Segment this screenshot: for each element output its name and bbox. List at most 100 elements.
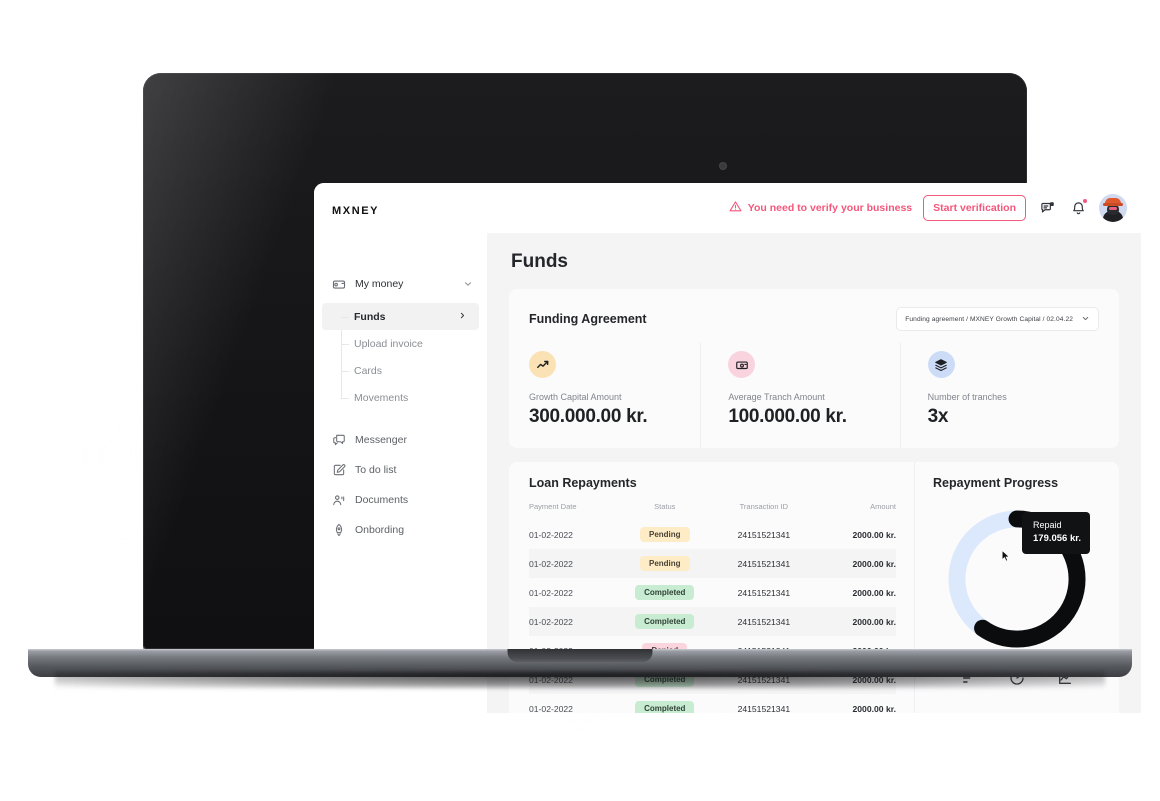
money-icon	[728, 351, 755, 378]
stat-growth-capital-amount: Growth Capital Amount 300.000.00 kr.	[529, 351, 700, 448]
verification-warning-text: You need to verify your business	[748, 202, 912, 214]
cell-status: Completed	[617, 694, 712, 713]
sidebar-item-label: To do list	[355, 464, 473, 476]
funding-agreement-select-value: Funding agreement / MXNEY Growth Capital…	[905, 316, 1073, 323]
sidebar-item-label: Messenger	[355, 434, 473, 446]
laptop-lid: MXNEY My money	[143, 73, 1027, 649]
sidebar-item-label: Onbording	[355, 524, 473, 536]
webcam-icon	[719, 162, 727, 170]
topbar: You need to verify your business Start v…	[487, 183, 1141, 233]
table-row[interactable]: 01-02-2022 Completed 241515213412000.00 kr…	[529, 607, 896, 636]
screenshot-stage: MXNEY My money	[0, 0, 1160, 801]
table-row[interactable]: 01-02-2022 Completed 241515213412000.00 kr…	[529, 694, 896, 713]
donut-tooltip: Repaid 179.056 kr.	[1022, 512, 1090, 554]
funding-agreement-select[interactable]: Funding agreement / MXNEY Growth Capital…	[896, 307, 1099, 331]
stat-label: Average Tranch Amount	[728, 392, 883, 402]
cell-payment-date: 01-02-2022	[529, 694, 617, 713]
mouse-cursor-icon	[1001, 550, 1012, 563]
table-row[interactable]: 01-02-2022Pending241515213412000.00 kr.	[529, 549, 896, 578]
stat-average-tranch-amount: Average Tranch Amount 100.000.00 kr.	[700, 351, 899, 448]
sidebar-item-documents[interactable]: Documents	[314, 485, 487, 515]
status-badge: Completed	[635, 585, 694, 600]
cell-payment-date: 01-02-2022	[529, 549, 617, 578]
user-avatar[interactable]	[1099, 194, 1127, 222]
funding-agreement-title: Funding Agreement	[529, 312, 647, 326]
table-header: Payment Date Status Transaction ID Amoun…	[529, 502, 896, 520]
start-verification-button[interactable]: Start verification	[923, 195, 1026, 221]
spacer	[314, 417, 487, 425]
cell-amount: 2000.00 kr.	[815, 549, 896, 578]
sidebar-group-my-money[interactable]: My money	[314, 269, 487, 299]
sidebar-item-movements[interactable]: Movements	[314, 384, 487, 411]
notification-badge	[1082, 198, 1088, 204]
sidebar-item-messenger[interactable]: Messenger	[314, 425, 487, 455]
sidebar-item-upload-invoice[interactable]: Upload invoice	[314, 330, 487, 357]
status-badge: Pending	[640, 527, 690, 542]
funding-agreement-header: Funding Agreement Funding agreement / MX…	[529, 307, 1099, 331]
avatar-scarf	[1109, 207, 1117, 210]
table-row[interactable]: 01-02-2022Pending241515213412000.00 kr.	[529, 520, 896, 549]
stat-label: Growth Capital Amount	[529, 392, 684, 402]
page-title: Funds	[511, 251, 1119, 273]
cell-status: Pending	[617, 520, 712, 549]
sidebar: MXNEY My money	[314, 183, 487, 713]
laptop-base-shadow	[55, 672, 1105, 688]
column-amount: Amount	[815, 502, 896, 520]
column-transaction-id: Transaction ID	[712, 502, 815, 520]
verification-warning: You need to verify your business	[729, 200, 912, 216]
sidebar-item-label: Movements	[354, 392, 408, 404]
cell-amount: 2000.00 kr.	[815, 520, 896, 549]
chevron-down-icon	[463, 279, 473, 289]
sidebar-item-funds[interactable]: Funds	[322, 303, 479, 330]
page-content: Funds Funding Agreement Funding agreemen…	[487, 233, 1141, 713]
cell-status: Completed	[617, 607, 712, 636]
funding-agreement-card: Funding Agreement Funding agreement / MX…	[509, 289, 1119, 448]
sidebar-item-label: Upload invoice	[354, 338, 423, 350]
wallet-icon	[332, 277, 346, 291]
cell-transaction-id: 24151521341	[712, 694, 815, 713]
sidebar-group-label: My money	[355, 278, 454, 290]
layers-icon	[928, 351, 955, 378]
sidebar-item-onbording[interactable]: Onbording	[314, 515, 487, 545]
sidebar-subnav: Funds Upload invoice Cards	[314, 303, 487, 411]
message-badge-icon[interactable]	[1037, 198, 1057, 218]
message-icon	[332, 433, 346, 447]
avatar-hat-brim	[1103, 203, 1123, 206]
tooltip-label: Repaid	[1033, 519, 1081, 532]
table-header-row: Payment Date Status Transaction ID Amoun…	[529, 502, 896, 520]
alert-triangle-icon	[729, 200, 742, 216]
funding-stats: Growth Capital Amount 300.000.00 kr.	[529, 351, 1099, 448]
cell-payment-date: 01-02-2022	[529, 607, 617, 636]
loan-repayments-title: Loan Repayments	[529, 476, 896, 490]
cell-payment-date: 01-02-2022	[529, 520, 617, 549]
repayment-donut-chart[interactable]: Repaid 179.056 kr.	[940, 502, 1094, 656]
sidebar-item-label: Cards	[354, 365, 382, 377]
stat-number-of-tranches: Number of tranches 3x	[900, 351, 1099, 448]
repayment-progress-title: Repayment Progress	[933, 476, 1101, 490]
cell-transaction-id: 24151521341	[712, 549, 815, 578]
cell-amount: 2000.00 kr.	[815, 607, 896, 636]
users-icon	[332, 493, 346, 507]
edit-square-icon	[332, 463, 346, 477]
cell-amount: 2000.00 kr.	[815, 578, 896, 607]
trending-up-icon	[529, 351, 556, 378]
app-window: MXNEY My money	[314, 183, 1141, 713]
status-badge: Completed	[635, 614, 694, 629]
sidebar-item-to-do-list[interactable]: To do list	[314, 455, 487, 485]
cell-status: Pending	[617, 549, 712, 578]
column-status: Status	[617, 502, 712, 520]
sidebar-item-label: Documents	[355, 494, 473, 506]
table-row[interactable]: 01-02-2022Completed241515213412000.00 kr…	[529, 578, 896, 607]
status-badge: Completed	[635, 701, 694, 713]
rocket-icon	[332, 523, 346, 537]
sidebar-item-cards[interactable]: Cards	[314, 357, 487, 384]
cell-transaction-id: 24151521341	[712, 607, 815, 636]
tooltip-value: 179.056 kr.	[1033, 532, 1081, 546]
chevron-right-icon	[458, 311, 467, 323]
stat-label: Number of tranches	[928, 392, 1083, 402]
bell-icon[interactable]	[1068, 198, 1088, 218]
brand-logo: MXNEY	[314, 183, 487, 217]
cell-amount: 2000.00 kr.	[815, 694, 896, 713]
chevron-down-icon	[1081, 314, 1090, 325]
laptop-screen: MXNEY My money	[314, 183, 1141, 713]
